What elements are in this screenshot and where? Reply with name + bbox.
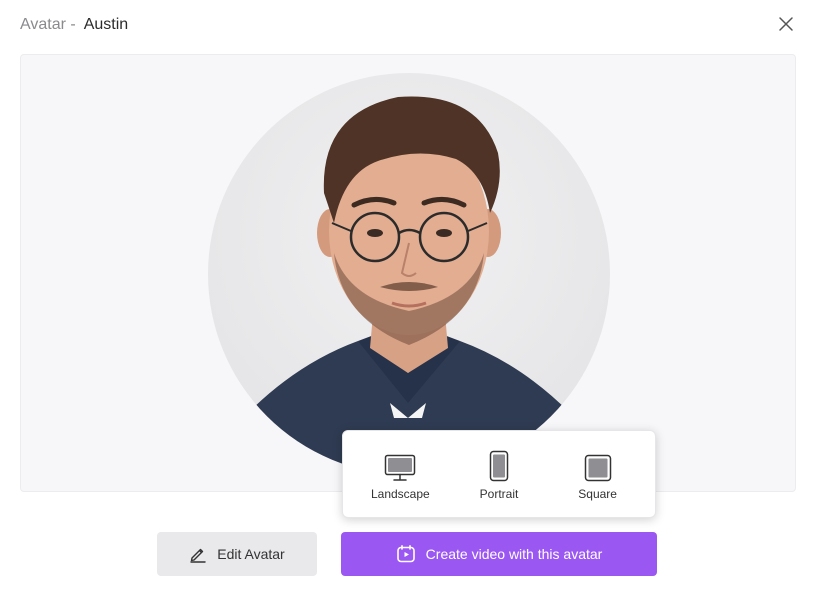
edit-avatar-button[interactable]: Edit Avatar [157,532,317,576]
avatar-portrait [208,96,610,475]
close-icon [779,17,793,31]
square-frame-icon [584,454,611,481]
avatar-image [208,73,610,475]
avatar-name: Austin [83,16,129,33]
create-video-label: Create video with this avatar [425,546,603,562]
aspect-option-portrait[interactable]: Portrait [454,448,544,501]
aspect-option-landscape[interactable]: Landscape [355,448,445,501]
aspect-label-square: Square [578,486,617,501]
edit-avatar-label: Edit Avatar [217,546,285,562]
close-button[interactable] [774,12,798,36]
aspect-label-portrait: Portrait [479,486,519,501]
avatar-preview-area [20,54,796,492]
pencil-icon [190,548,206,563]
video-create-icon [396,545,415,563]
landscape-monitor-icon [385,454,416,481]
portrait-phone-icon [489,450,509,481]
aspect-label-landscape: Landscape [370,486,430,501]
aspect-option-square[interactable]: Square [553,448,643,501]
title-prefix: Avatar - [20,16,76,33]
dialog-title: Avatar - Austin [20,14,128,36]
aspect-ratio-menu: Landscape Portrait Square [342,430,656,518]
create-video-button[interactable]: Create video with this avatar [341,532,657,576]
